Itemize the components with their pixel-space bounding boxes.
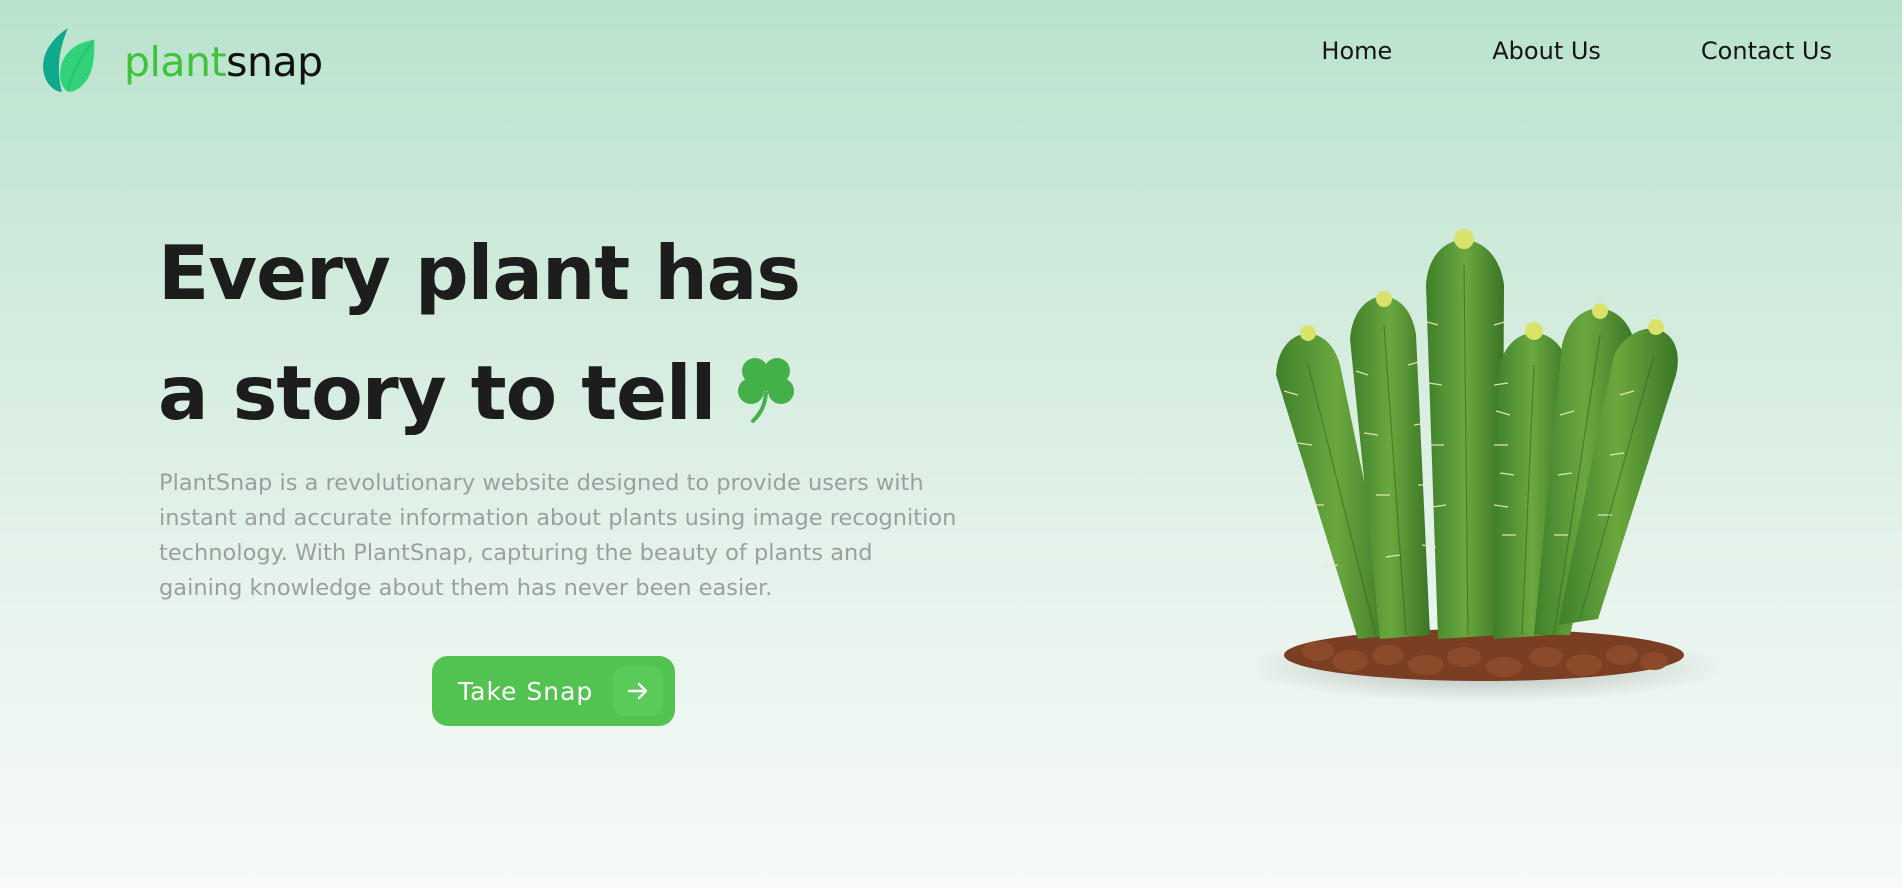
brand-name-plant: plant — [124, 37, 227, 86]
nav-contact-us[interactable]: Contact Us — [1701, 37, 1832, 65]
clover-icon — [738, 358, 795, 424]
hero-title-line1: Every plant has — [158, 229, 801, 317]
brand-name-snap: snap — [226, 37, 323, 86]
brand-logo[interactable]: plantsnap — [38, 26, 323, 94]
hero-title-line2-wrap: a story to tell — [158, 333, 800, 453]
take-snap-label: Take Snap — [458, 676, 594, 706]
site-header: plantsnap Home About Us Contact Us — [0, 0, 1902, 110]
cactus-image — [1258, 229, 1724, 703]
hero-title-line2: a story to tell — [158, 349, 716, 437]
nav-about-us[interactable]: About Us — [1492, 37, 1601, 65]
main-nav: Home About Us Contact Us — [1321, 37, 1832, 65]
arrow-right-icon — [613, 666, 663, 716]
nav-home[interactable]: Home — [1321, 37, 1392, 65]
hero-title: Every plant has a story to tell — [158, 213, 801, 453]
leaf-icon — [43, 28, 95, 92]
take-snap-button[interactable]: Take Snap — [432, 656, 675, 726]
hero-description: PlantSnap is a revolutionary website des… — [159, 470, 957, 601]
brand-name: plantsnap — [124, 41, 323, 83]
